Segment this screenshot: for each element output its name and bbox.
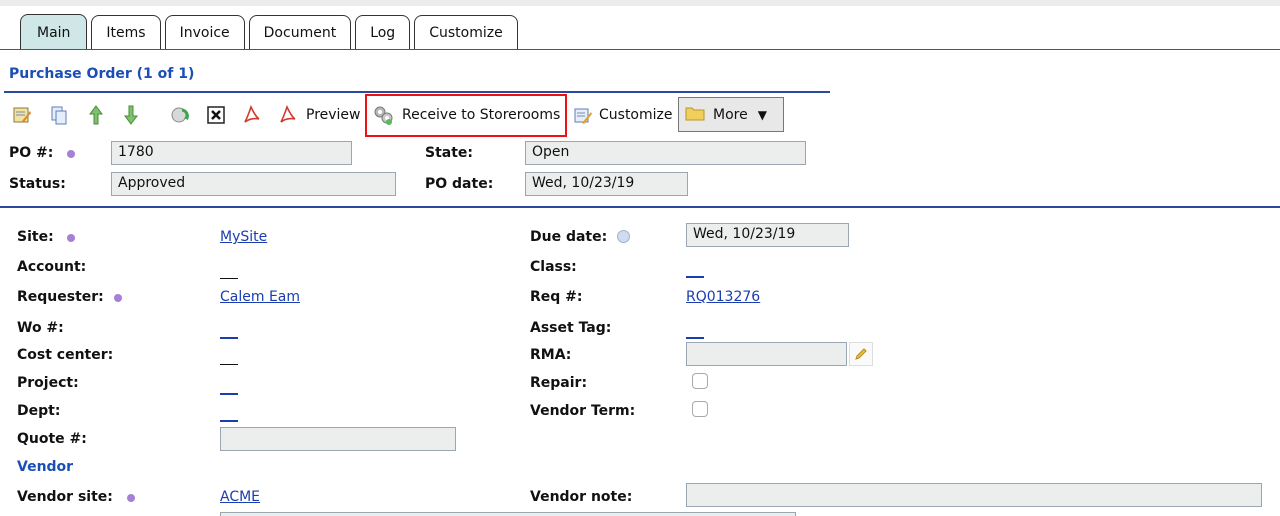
due-date-label: Due date: — [530, 229, 608, 245]
status-label: Status: — [9, 176, 66, 192]
vendor-term-label: Vendor Term: — [530, 403, 636, 419]
required-dot-icon — [127, 494, 135, 502]
wo-label: Wo #: — [17, 320, 64, 336]
tab-log[interactable]: Log — [355, 15, 411, 50]
delete-icon[interactable] — [205, 104, 227, 126]
vendor-term-checkbox[interactable] — [692, 401, 708, 417]
vendor-site-label: Vendor site: — [17, 489, 113, 505]
tab-items[interactable]: Items — [91, 15, 161, 50]
arrow-up-icon[interactable] — [85, 104, 107, 126]
po-date-label: PO date: — [425, 176, 494, 192]
tab-customize[interactable]: Customize — [414, 15, 518, 50]
cost-center-label: Cost center: — [17, 347, 114, 363]
site-link[interactable]: MySite — [220, 229, 267, 245]
account-label: Account: — [17, 259, 87, 275]
folder-icon — [685, 105, 705, 125]
dept-link[interactable] — [220, 420, 238, 422]
project-label: Project: — [17, 375, 79, 391]
dept-label: Dept: — [17, 403, 61, 419]
rma-label: RMA: — [530, 347, 572, 363]
pdf-preview-icon[interactable] — [277, 104, 299, 126]
more-button[interactable]: More ▼ — [678, 97, 784, 132]
top-strip — [0, 0, 1280, 6]
tab-main[interactable]: Main — [20, 14, 88, 50]
vendor-address-field[interactable] — [220, 512, 796, 516]
repair-checkbox[interactable] — [692, 373, 708, 389]
info-icon[interactable] — [617, 230, 630, 243]
copy-icon[interactable] — [48, 104, 70, 126]
vendor-site-link[interactable]: ACME — [220, 489, 260, 505]
due-date-field[interactable]: Wed, 10/23/19 — [686, 223, 849, 247]
repair-label: Repair: — [530, 375, 588, 391]
preview-button[interactable]: Preview — [306, 98, 361, 132]
required-dot-icon — [67, 150, 75, 158]
wo-link[interactable] — [220, 337, 238, 339]
tab-bar: Main Items Invoice Document Log Customiz… — [20, 14, 522, 50]
status-field[interactable]: Approved — [111, 172, 396, 196]
account-empty — [220, 278, 238, 279]
arrow-down-icon[interactable] — [120, 104, 142, 126]
tab-document[interactable]: Document — [248, 15, 352, 50]
pdf-icon[interactable] — [241, 104, 263, 126]
page-title: Purchase Order (1 of 1) — [9, 66, 195, 82]
title-divider — [4, 91, 830, 93]
po-number-field[interactable]: 1780 — [111, 141, 352, 165]
req-link[interactable]: RQ013276 — [686, 289, 760, 305]
state-field[interactable]: Open — [525, 141, 806, 165]
refresh-icon[interactable] — [170, 104, 192, 126]
quote-field[interactable] — [220, 427, 456, 451]
po-date-field[interactable]: Wed, 10/23/19 — [525, 172, 688, 196]
vendor-section-title: Vendor — [17, 459, 74, 475]
rma-field[interactable] — [686, 342, 847, 366]
site-label: Site: — [17, 229, 54, 245]
class-label: Class: — [530, 259, 577, 275]
po-label: PO #: — [9, 145, 54, 161]
pencil-icon[interactable] — [849, 342, 873, 366]
customize-icon — [572, 104, 594, 126]
more-label: More — [713, 106, 748, 123]
customize-button[interactable]: Customize — [599, 98, 673, 132]
tab-invoice[interactable]: Invoice — [164, 15, 245, 50]
class-link[interactable] — [686, 276, 704, 278]
state-label: State: — [425, 145, 474, 161]
tab-baseline — [0, 49, 1280, 50]
project-link[interactable] — [220, 393, 238, 395]
asset-tag-label: Asset Tag: — [530, 320, 612, 336]
asset-tag-link[interactable] — [686, 337, 704, 339]
required-dot-icon — [114, 294, 122, 302]
header-divider — [0, 206, 1280, 208]
requester-link[interactable]: Calem Eam — [220, 289, 300, 305]
req-label: Req #: — [530, 289, 583, 305]
caret-down-icon: ▼ — [757, 107, 767, 122]
vendor-note-label: Vendor note: — [530, 489, 633, 505]
vendor-note-field[interactable] — [686, 483, 1262, 507]
highlight-box — [365, 94, 567, 137]
required-dot-icon — [67, 234, 75, 242]
quote-label: Quote #: — [17, 431, 87, 447]
edit-icon[interactable] — [11, 104, 33, 126]
cost-center-empty — [220, 364, 238, 365]
requester-label: Requester: — [17, 289, 104, 305]
